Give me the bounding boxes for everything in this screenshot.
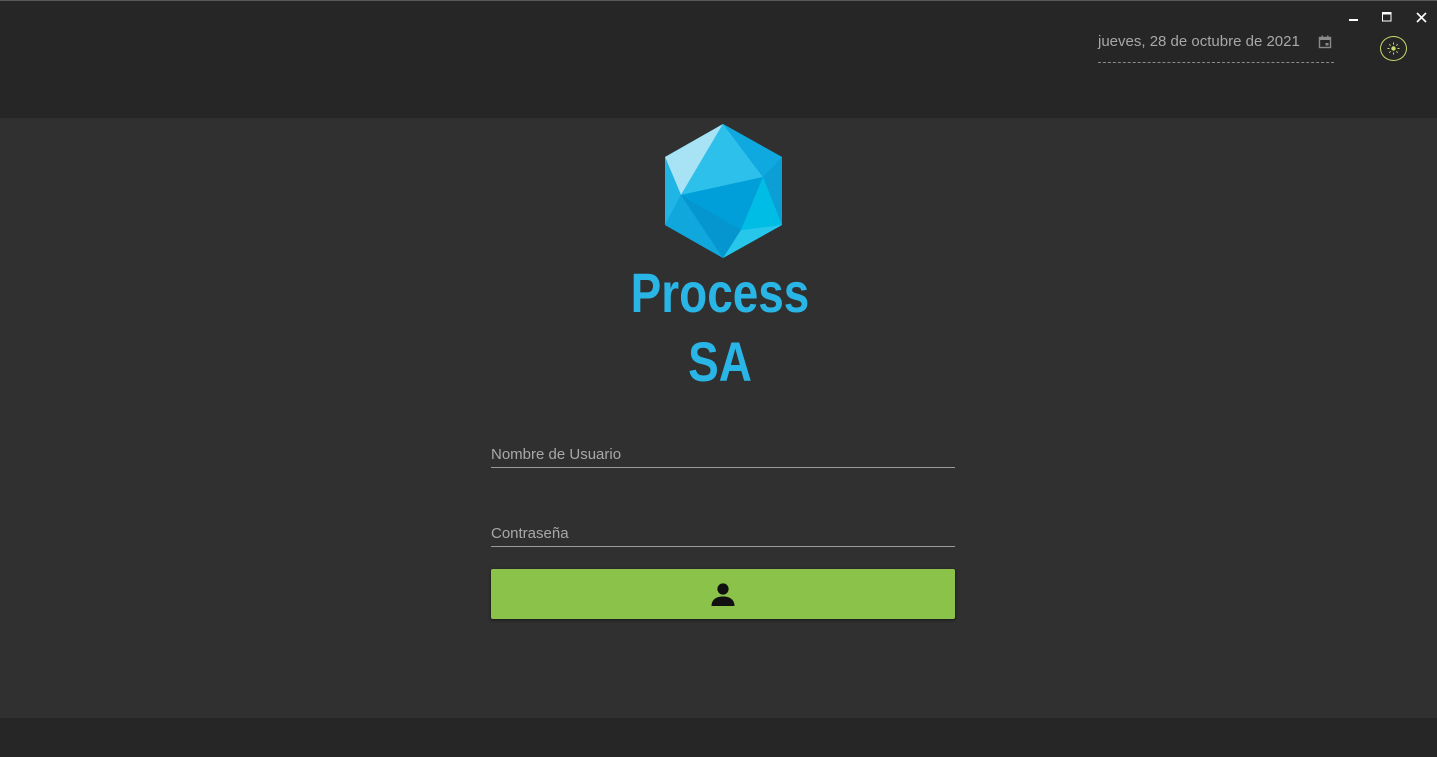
logo bbox=[663, 122, 784, 260]
close-icon bbox=[1415, 11, 1427, 23]
hexagon-crystal-logo bbox=[665, 124, 782, 258]
brand-subtitle: SA bbox=[688, 330, 752, 393]
maximize-icon bbox=[1382, 12, 1392, 22]
password-input[interactable] bbox=[491, 521, 955, 545]
login-button[interactable] bbox=[491, 569, 955, 619]
sun-icon bbox=[1387, 42, 1400, 55]
date-value: jueves, 28 de octubre de 2021 bbox=[1098, 33, 1300, 50]
minimize-button[interactable] bbox=[1342, 7, 1366, 27]
date-picker[interactable]: jueves, 28 de octubre de 2021 bbox=[1098, 31, 1334, 63]
minimize-icon bbox=[1349, 19, 1358, 21]
username-field[interactable] bbox=[491, 438, 955, 468]
bottom-bar bbox=[0, 718, 1437, 757]
password-field[interactable] bbox=[491, 517, 955, 547]
maximize-button[interactable] bbox=[1375, 7, 1399, 27]
brand-title: Process bbox=[630, 261, 810, 324]
top-bar: jueves, 28 de octubre de 2021 bbox=[0, 0, 1437, 118]
close-button[interactable] bbox=[1409, 7, 1433, 27]
user-icon bbox=[711, 583, 735, 606]
theme-toggle-button[interactable] bbox=[1380, 36, 1407, 61]
username-input[interactable] bbox=[491, 442, 955, 466]
calendar-icon[interactable] bbox=[1318, 35, 1332, 49]
